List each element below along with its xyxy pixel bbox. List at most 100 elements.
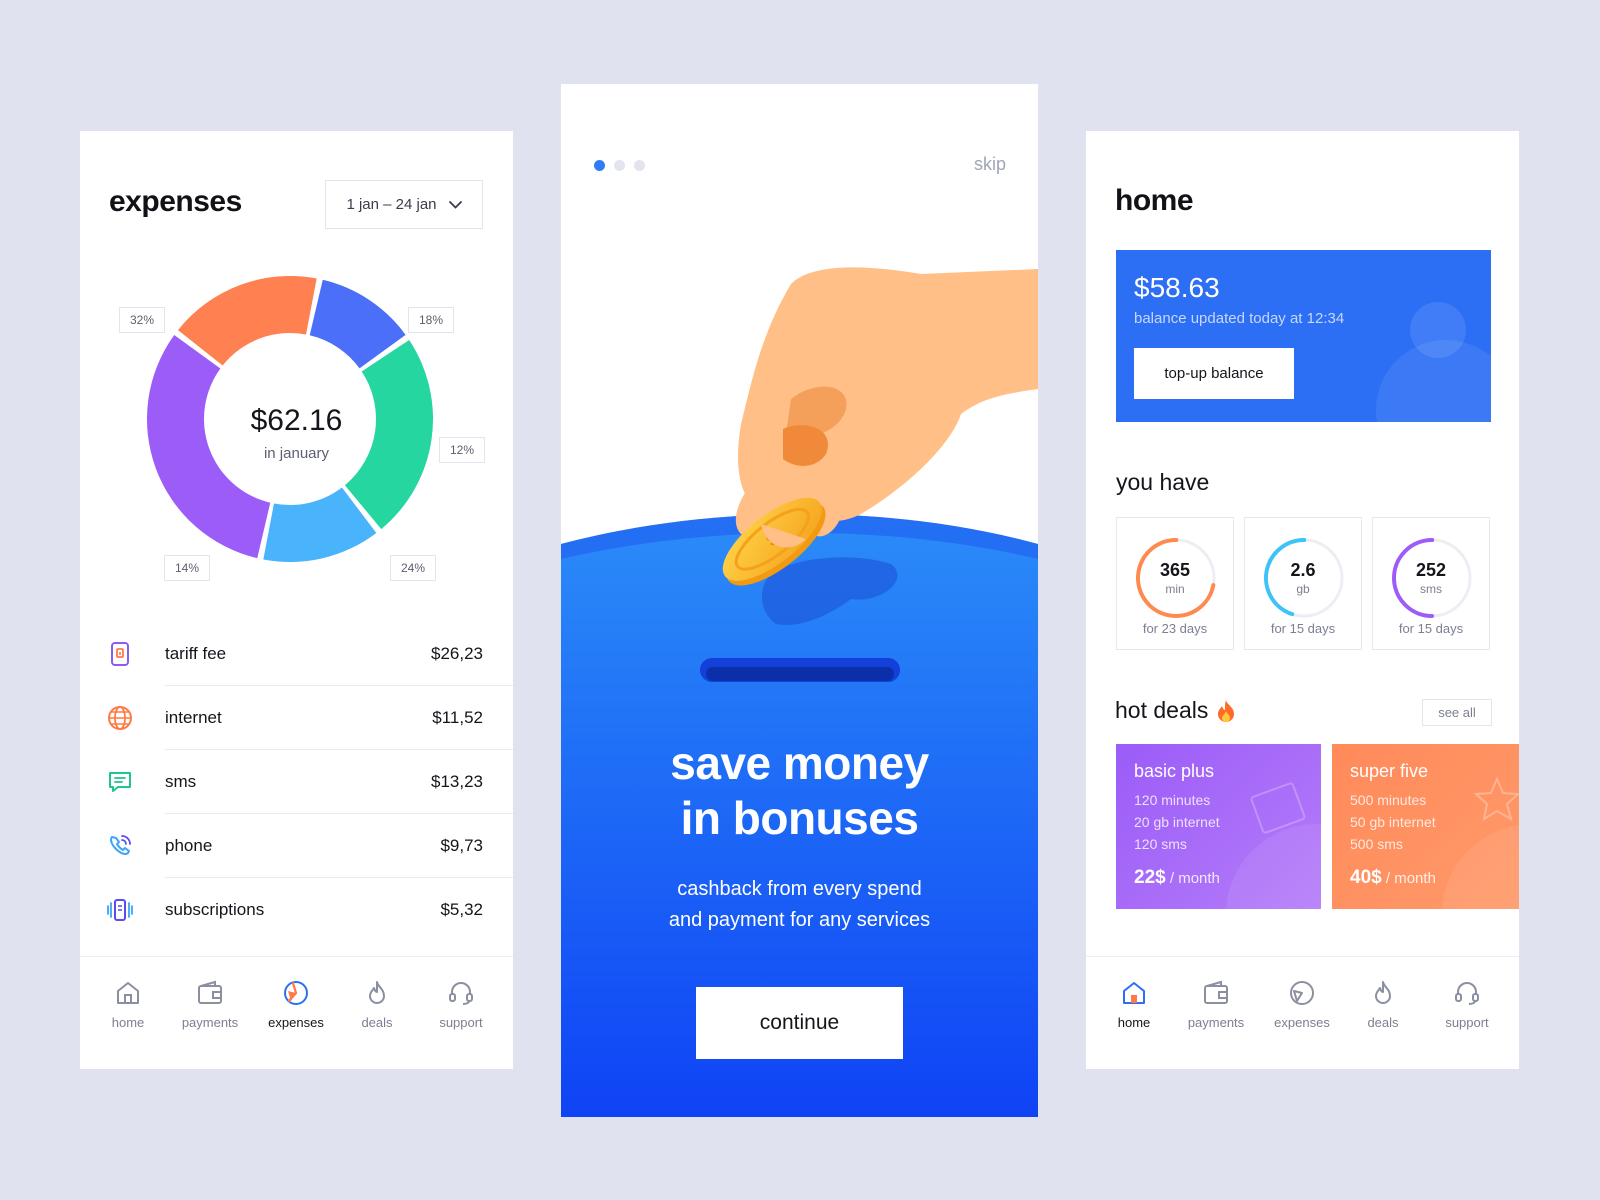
hot-deals-heading: hot deals [1115, 697, 1236, 724]
flame-icon [369, 981, 385, 1004]
expenses-icon [284, 981, 308, 1005]
expenses-icon [1290, 981, 1314, 1005]
nav-deals[interactable]: deals [1345, 979, 1421, 1030]
nav-support[interactable]: support [1429, 979, 1505, 1030]
usage-note: for 15 days [1398, 621, 1464, 636]
deal-price-value: 40$ [1350, 867, 1382, 888]
expense-row-tariff-fee[interactable]: tariff fee $26,23 [80, 622, 513, 686]
nav-label: expenses [1274, 1015, 1330, 1030]
phone-signal-icon [110, 835, 131, 855]
fire-emoji-icon [1218, 699, 1235, 722]
expense-amount: $9,73 [440, 836, 483, 855]
balance-updated: balance updated today at 12:34 [1134, 310, 1345, 327]
expense-amount: $26,23 [431, 644, 483, 663]
expense-amount: $11,52 [432, 708, 483, 727]
globe-icon [108, 706, 132, 730]
bottom-nav: home payments expenses deals support [1086, 956, 1519, 1069]
expense-name: subscriptions [165, 900, 265, 919]
onboarding-subtitle: cashback from every spend and payment fo… [561, 874, 1038, 936]
expense-row-subscriptions[interactable]: subscriptions $5,32 [80, 878, 513, 942]
expense-name: internet [165, 708, 222, 727]
wallet-icon [1204, 980, 1228, 1004]
page-title: home [1115, 184, 1194, 217]
nav-label: deals [1367, 1015, 1399, 1030]
home-icon [117, 982, 139, 1004]
message-icon [109, 772, 131, 792]
usage-card-minutes[interactable]: 365 min for 23 days [1116, 517, 1234, 650]
expense-name: phone [165, 836, 213, 855]
bottom-nav: home payments expenses deals support [80, 956, 513, 1069]
subtitle-line: cashback from every spend [677, 878, 922, 900]
usage-unit: sms [1420, 582, 1442, 596]
expense-row-internet[interactable]: internet $11,52 [80, 686, 513, 750]
expense-name: sms [165, 772, 197, 791]
nav-deals[interactable]: deals [339, 979, 415, 1030]
usage-card-gb[interactable]: 2.6 gb for 15 days [1244, 517, 1362, 650]
percent-label: 14% [164, 555, 211, 581]
section-title: hot deals [1115, 697, 1209, 723]
expense-amount: $13,23 [431, 772, 483, 791]
headset-icon [449, 982, 473, 1005]
continue-button[interactable]: continue [696, 987, 903, 1059]
page-title: expenses [109, 185, 242, 218]
donut-total: $62.16 [250, 404, 343, 437]
deal-price-value: 22$ [1134, 867, 1166, 888]
pagination-dots [594, 160, 645, 171]
page-dot[interactable] [634, 160, 645, 171]
usage-card-sms[interactable]: 252 sms for 15 days [1372, 517, 1490, 650]
usage-unit: gb [1296, 582, 1310, 596]
headset-icon [1455, 982, 1479, 1005]
percent-label: 24% [390, 555, 437, 581]
nav-expenses[interactable]: expenses [258, 979, 334, 1030]
chevron-down-icon [448, 196, 462, 213]
deal-card-super-five[interactable]: super five 500 minutes 50 gb internet 50… [1332, 744, 1519, 909]
deal-detail: 120 minutes [1134, 792, 1211, 808]
subtitle-line: and payment for any services [668, 909, 931, 931]
balance-amount: $58.63 [1134, 272, 1220, 303]
deal-price: 40$ / month [1350, 867, 1436, 889]
wallet-icon [198, 980, 222, 1004]
skip-button[interactable]: skip [974, 154, 1006, 175]
expense-name: tariff fee [165, 644, 227, 663]
nav-expenses[interactable]: expenses [1264, 979, 1340, 1030]
nav-label: expenses [268, 1015, 324, 1030]
page-dot[interactable] [614, 160, 625, 171]
deal-name: super five [1350, 761, 1429, 781]
nav-payments[interactable]: payments [172, 979, 248, 1030]
deal-detail: 20 gb internet [1134, 814, 1220, 830]
nav-payments[interactable]: payments [1178, 979, 1254, 1030]
expenses-screen: expenses 1 jan – 24 jan $62.16 in januar… [80, 131, 513, 1069]
deal-price: 22$ / month [1134, 867, 1220, 889]
expense-row-phone[interactable]: phone $9,73 [80, 814, 513, 878]
deal-detail: 120 sms [1134, 836, 1187, 852]
percent-label: 18% [408, 307, 455, 333]
date-range-select[interactable]: 1 jan – 24 jan [325, 180, 483, 229]
page-dot[interactable] [594, 160, 605, 171]
usage-note: for 15 days [1270, 621, 1336, 636]
usage-value: 252 [1415, 560, 1447, 580]
subscription-icon [107, 899, 133, 921]
usage-note: for 23 days [1142, 621, 1208, 636]
percent-label: 32% [119, 307, 166, 333]
percent-label: 12% [439, 437, 486, 463]
deal-card-basic-plus[interactable]: basic plus 120 minutes 20 gb internet 12… [1116, 744, 1321, 909]
nav-label: support [439, 1015, 483, 1030]
usage-value: 365 [1159, 560, 1191, 580]
nav-home[interactable]: home [90, 979, 166, 1030]
deal-detail: 500 sms [1350, 836, 1403, 852]
nav-home[interactable]: home [1096, 979, 1172, 1030]
home-screen: home $58.63 balance updated today at 12:… [1086, 131, 1519, 1069]
usage-value: 2.6 [1290, 560, 1316, 580]
sim-card-icon [111, 642, 129, 666]
expense-row-sms[interactable]: sms $13,23 [80, 750, 513, 814]
flame-icon [1375, 981, 1391, 1004]
nav-support[interactable]: support [423, 979, 499, 1030]
title-line: save money [670, 737, 929, 789]
nav-label: support [1445, 1015, 1489, 1030]
deal-name: basic plus [1134, 761, 1215, 781]
topup-button[interactable]: top-up balance [1134, 348, 1294, 399]
donut-segment-orange [178, 276, 317, 366]
see-all-button[interactable]: see all [1422, 699, 1492, 726]
nav-label: home [111, 1015, 145, 1030]
onboarding-illustration: $ [561, 267, 1038, 1117]
